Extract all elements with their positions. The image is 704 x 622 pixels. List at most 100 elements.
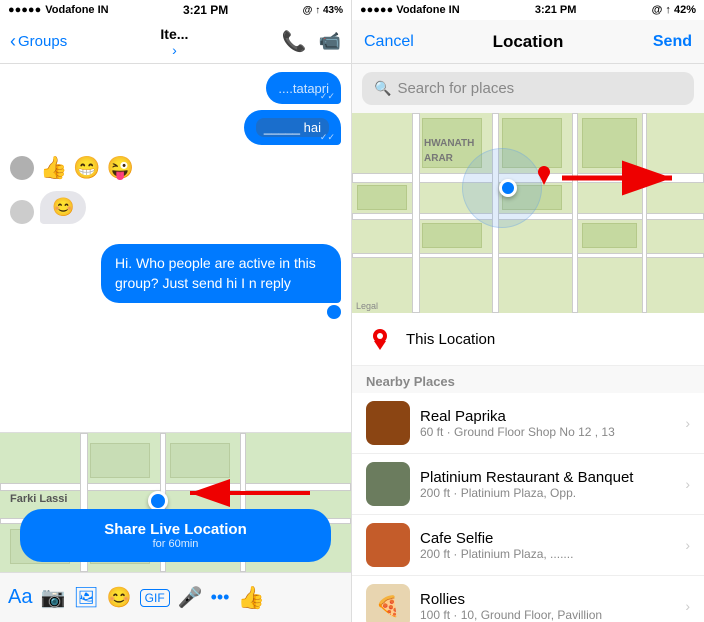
back-button[interactable]: ‹ Groups xyxy=(10,31,67,52)
emoji-row: 👍 😁 😜 xyxy=(10,151,341,185)
map-thumbnail[interactable]: Farki Lassi Share Live Location for 60mi… xyxy=(0,432,351,572)
avatar xyxy=(10,200,34,224)
this-location-row[interactable]: This Location xyxy=(352,313,704,366)
left-carrier: ●●●●● Vodafone IN xyxy=(8,4,109,16)
pin-icon-svg xyxy=(371,328,389,350)
left-carrier-text: Vodafone IN xyxy=(45,4,108,16)
right-time: 3:21 PM xyxy=(535,4,577,16)
location-list[interactable]: This Location Nearby Places Real Paprika… xyxy=(352,313,704,622)
nav-title-area: Ite... › xyxy=(73,26,275,58)
place-row-1[interactable]: Platinium Restaurant & Banquet 200 ft · … xyxy=(352,454,704,515)
big-message-container: Hi. Who people are active in this group?… xyxy=(101,244,341,303)
seen-icon xyxy=(327,305,341,319)
left-bubble: 😊 xyxy=(40,191,86,224)
mr-road-h3 xyxy=(352,253,704,258)
gif-button[interactable]: GIF xyxy=(140,589,170,607)
place-name-0: Real Paprika xyxy=(420,408,675,425)
right-bubble-2: _____ hai xyxy=(244,110,341,145)
share-live-button[interactable]: Share Live Location for 60min xyxy=(20,509,331,562)
place-arrow-3: › xyxy=(685,598,690,614)
place-thumb-3: 🍕 xyxy=(366,584,410,622)
message-bubble-1: ....tatapri xyxy=(266,72,341,104)
map-label-wanath: HWANATH xyxy=(424,138,474,149)
photo-icon[interactable]: 🖼 xyxy=(73,585,98,610)
title-chevron: › xyxy=(172,42,177,58)
left-time: 3:21 PM xyxy=(183,3,228,17)
mr-road-v4 xyxy=(642,113,647,313)
right-nav-bar: Cancel Location Send xyxy=(352,20,704,64)
search-icon: 🔍 xyxy=(374,80,391,97)
place-thumb-2 xyxy=(366,523,410,567)
thumbs-up-icon[interactable]: 👍 xyxy=(237,585,264,611)
place-thumb-0 xyxy=(366,401,410,445)
phone-icon[interactable]: 📞 xyxy=(282,29,307,54)
red-pin xyxy=(537,165,551,183)
mr-block-6 xyxy=(422,223,482,248)
right-carrier-text: Vodafone IN xyxy=(396,4,459,16)
emoji-display-3: 😜 xyxy=(107,155,134,181)
red-arrow-right-container xyxy=(552,153,692,208)
right-location-panel: ●●●●● Vodafone IN 3:21 PM @ ↑ 42% Cancel… xyxy=(352,0,704,622)
messages-area: ....tatapri _____ hai 👍 😁 😜 😊 xyxy=(0,64,351,432)
send-button[interactable]: Send xyxy=(632,33,692,51)
aa-button[interactable]: Aa xyxy=(8,586,32,609)
left-status-bar: ●●●●● Vodafone IN 3:21 PM @ ↑ 43% xyxy=(0,0,351,20)
place-info-1: Platinium Restaurant & Banquet 200 ft · … xyxy=(420,469,675,500)
nav-actions: 📞 📹 xyxy=(282,29,341,54)
back-label: Groups xyxy=(18,33,67,50)
mr-road-v1 xyxy=(412,113,420,313)
search-input[interactable]: Search for places xyxy=(397,80,514,97)
place-detail-3: 100 ft · 10, Ground Floor, Pavillion xyxy=(420,608,675,622)
place-detail-0: 60 ft · Ground Floor Shop No 12 , 13 xyxy=(420,425,675,439)
big-message: Hi. Who people are active in this group?… xyxy=(101,244,341,303)
blue-dot-right xyxy=(499,179,517,197)
place-info-3: Rollies 100 ft · 10, Ground Floor, Pavil… xyxy=(420,591,675,622)
cancel-button[interactable]: Cancel xyxy=(364,33,424,51)
red-pin-container xyxy=(537,165,551,183)
place-row-0[interactable]: Real Paprika 60 ft · Ground Floor Shop N… xyxy=(352,393,704,454)
emoji-in-bubble: 😊 xyxy=(52,197,74,217)
this-location-pin xyxy=(366,325,394,353)
place-detail-2: 200 ft · Platinium Plaza, ....... xyxy=(420,547,675,561)
place-arrow-1: › xyxy=(685,476,690,492)
emoji-display-2: 😁 xyxy=(73,155,100,181)
this-location-label: This Location xyxy=(406,331,495,348)
chat-toolbar: Aa 📷 🖼 😊 GIF 🎤 ••• 👍 xyxy=(0,572,351,622)
place-arrow-0: › xyxy=(685,415,690,431)
map-label-ar: ARAR xyxy=(424,153,453,164)
search-bar[interactable]: 🔍 Search for places xyxy=(362,72,694,105)
chevron-left-icon: ‹ xyxy=(10,31,16,52)
mic-icon[interactable]: 🎤 xyxy=(178,585,203,610)
big-msg-text: Hi. Who people are active in this group?… xyxy=(115,255,316,291)
video-icon[interactable]: 📹 xyxy=(319,31,341,52)
map-label-farki: Farki Lassi xyxy=(10,493,67,505)
legal-text: Legal xyxy=(356,301,378,311)
map-right-inner: HWANATH ARAR xyxy=(352,113,704,313)
mr-block-4 xyxy=(357,185,407,210)
place-row-2[interactable]: Cafe Selfie 200 ft · Platinium Plaza, ..… xyxy=(352,515,704,576)
left-nav-bar: ‹ Groups Ite... › 📞 📹 xyxy=(0,20,351,64)
nearby-section-header: Nearby Places xyxy=(352,366,704,393)
right-carrier: ●●●●● Vodafone IN xyxy=(360,4,460,16)
camera-icon[interactable]: 📷 xyxy=(40,585,65,610)
red-arrow-right-svg xyxy=(552,153,692,203)
share-live-label: Share Live Location xyxy=(32,521,319,538)
left-battery: @ ↑ 43% xyxy=(303,5,343,16)
place-thumb-1 xyxy=(366,462,410,506)
message-bubble-2: _____ hai xyxy=(244,110,341,145)
avatar-small xyxy=(10,156,34,180)
map-area-right[interactable]: HWANATH ARAR xyxy=(352,113,704,313)
right-bubble-1: ....tatapri xyxy=(266,72,341,104)
emoji-icon[interactable]: 😊 xyxy=(107,585,132,610)
right-status-bar: ●●●●● Vodafone IN 3:21 PM @ ↑ 42% xyxy=(352,0,704,20)
rollies-logo: 🍕 xyxy=(376,594,401,619)
location-blue-dot xyxy=(148,491,168,511)
share-live-sublabel: for 60min xyxy=(32,538,319,550)
mr-road-v3 xyxy=(572,113,578,313)
message-row-left: 😊 xyxy=(10,191,86,224)
place-name-1: Platinium Restaurant & Banquet xyxy=(420,469,675,486)
search-bar-area: 🔍 Search for places xyxy=(352,64,704,113)
more-icon[interactable]: ••• xyxy=(211,587,230,608)
place-row-3[interactable]: 🍕 Rollies 100 ft · 10, Ground Floor, Pav… xyxy=(352,576,704,622)
msg-text-1: ....tatapri xyxy=(278,81,329,96)
